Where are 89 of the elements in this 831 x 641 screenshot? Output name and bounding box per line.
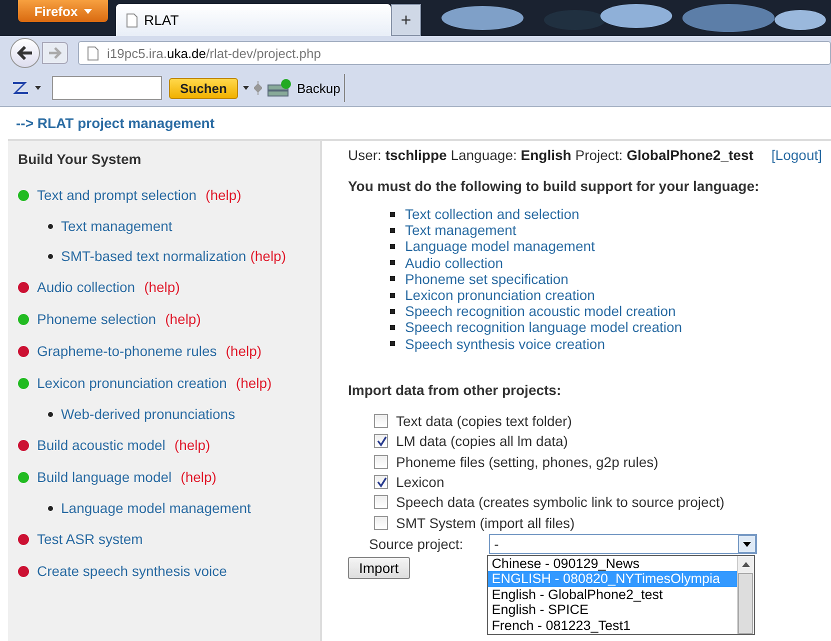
caret-icon <box>35 86 41 90</box>
bullet-icon <box>390 292 395 298</box>
checkbox[interactable] <box>374 434 388 448</box>
new-tab-button[interactable]: + <box>391 4 421 36</box>
dropdown-option[interactable]: French - 081223_Test1 <box>488 618 737 633</box>
help-link[interactable]: (help) <box>206 187 242 203</box>
bullet-icon <box>390 228 395 233</box>
backup-button[interactable]: Backup <box>266 74 346 102</box>
sidebar-sublink[interactable]: Language model management <box>61 500 251 516</box>
bullet-icon <box>390 341 395 346</box>
page-icon <box>126 12 138 28</box>
sidebar-sublink[interactable]: Web-derived pronunciations <box>61 406 236 422</box>
checkbox-label: Text data (copies text folder) <box>396 412 572 429</box>
bullet-icon <box>48 506 53 510</box>
task-link[interactable]: Speech recognition acoustic model creation <box>405 303 676 320</box>
checkbox[interactable] <box>374 516 388 530</box>
task-link[interactable]: Language model management <box>405 238 595 254</box>
logout-link[interactable]: [Logout] <box>771 147 822 163</box>
sidebar-link[interactable]: Build acoustic model <box>37 437 166 453</box>
help-link[interactable]: (help) <box>144 279 180 295</box>
z-logo-icon <box>12 81 30 95</box>
bullet-icon <box>390 308 395 314</box>
dropdown-option[interactable]: English - SPICE <box>488 602 737 618</box>
help-link[interactable]: (help) <box>174 437 210 453</box>
sidebar-link[interactable]: Build language model <box>37 469 172 485</box>
bullet-icon <box>48 412 53 416</box>
checkbox-label: Speech data (creates symbolic link to source project) <box>396 494 724 510</box>
scroll-up-icon <box>742 562 750 567</box>
forward-arrow-icon <box>48 47 62 59</box>
sidebar-link[interactable]: Test ASR system <box>37 531 143 547</box>
bullet-icon <box>48 224 53 228</box>
back-arrow-icon <box>17 46 33 60</box>
sidebar-link[interactable]: Create speech synthesis voice <box>37 563 227 579</box>
task-link[interactable]: Speech recognition language model creation <box>405 319 682 336</box>
page-title-link[interactable]: --> RLAT project management <box>8 107 831 139</box>
checkbox[interactable] <box>374 495 388 510</box>
bullet-icon <box>390 276 395 282</box>
task-link[interactable]: Phoneme set specification <box>405 270 568 287</box>
caret-icon <box>84 8 92 14</box>
bullet-icon <box>390 244 395 249</box>
task-link[interactable]: Text management <box>405 222 516 238</box>
sidebar-heading: Build Your System <box>18 151 142 167</box>
user-info: User: tschlippe Language: English Project: GlobalPhone2_test <box>348 147 754 163</box>
checkbox-label: Lexicon <box>396 474 444 490</box>
checkbox-label: LM data (copies all lm data) <box>396 433 568 450</box>
firefox-menu-button[interactable]: Firefox <box>18 0 108 22</box>
bullet-icon <box>390 260 395 266</box>
source-project-label: Source project: <box>369 536 464 552</box>
dropdown-option[interactable]: English - GlobalPhone2_test <box>488 586 737 602</box>
checkbox-label: SMT System (import all files) <box>396 514 575 531</box>
help-link[interactable]: (help) <box>236 375 272 391</box>
checkbox[interactable] <box>374 414 388 428</box>
bullet-icon <box>48 254 53 258</box>
search-field[interactable] <box>52 76 162 100</box>
drive-icon <box>266 79 293 97</box>
help-link[interactable]: (help) <box>180 469 216 485</box>
section-heading: You must do the following to build support for your language: <box>348 178 760 194</box>
checkbox[interactable] <box>374 454 388 469</box>
sidebar-link[interactable]: Lexicon pronunciation creation <box>37 375 227 391</box>
help-link[interactable]: (help) <box>165 311 201 327</box>
bullet-icon <box>390 212 395 217</box>
sidebar-sublink[interactable]: SMT-based text normalization <box>61 248 246 264</box>
import-button[interactable]: Import <box>348 557 410 580</box>
back-button[interactable] <box>10 38 40 68</box>
bullet-icon <box>390 324 395 330</box>
dropdown-option[interactable]: Chinese - 090129_News <box>488 556 737 572</box>
sidebar-link[interactable]: Phoneme selection <box>37 311 156 327</box>
source-project-dropdown[interactable]: - <box>489 534 758 554</box>
help-link[interactable]: (help) <box>250 248 286 264</box>
dropdown-option[interactable]: ENGLISH - 080820_NYTimesOlympia <box>488 571 737 587</box>
sidebar-sublink[interactable]: Text management <box>61 218 172 234</box>
checkbox-label: Phoneme files (setting, phones, g2p rules) <box>396 454 658 470</box>
section-heading: Import data from other projects: <box>348 382 562 398</box>
resize-handle-icon[interactable] <box>254 81 262 95</box>
sidebar-link[interactable]: Grapheme-to-phoneme rules <box>37 343 217 359</box>
address-bar[interactable]: i19pc5.ira.uka.de/rlat-dev/project.php <box>78 41 831 65</box>
checkbox[interactable] <box>374 475 388 490</box>
sidebar-link[interactable]: Audio collection <box>37 279 136 295</box>
scrollbar[interactable] <box>736 556 754 634</box>
caret-icon <box>242 86 249 90</box>
browser-tab[interactable]: RLAT <box>116 4 391 36</box>
task-link[interactable]: Text collection and selection <box>405 206 580 222</box>
task-link[interactable]: Speech synthesis voice creation <box>405 336 605 352</box>
task-link[interactable]: Lexicon pronunciation creation <box>405 287 595 304</box>
help-link[interactable]: (help) <box>226 343 262 359</box>
search-button[interactable]: Suchen <box>169 78 238 98</box>
page-icon <box>87 46 99 60</box>
sidebar-link[interactable]: Text and prompt selection <box>37 187 197 203</box>
task-link[interactable]: Audio collection <box>405 254 504 271</box>
